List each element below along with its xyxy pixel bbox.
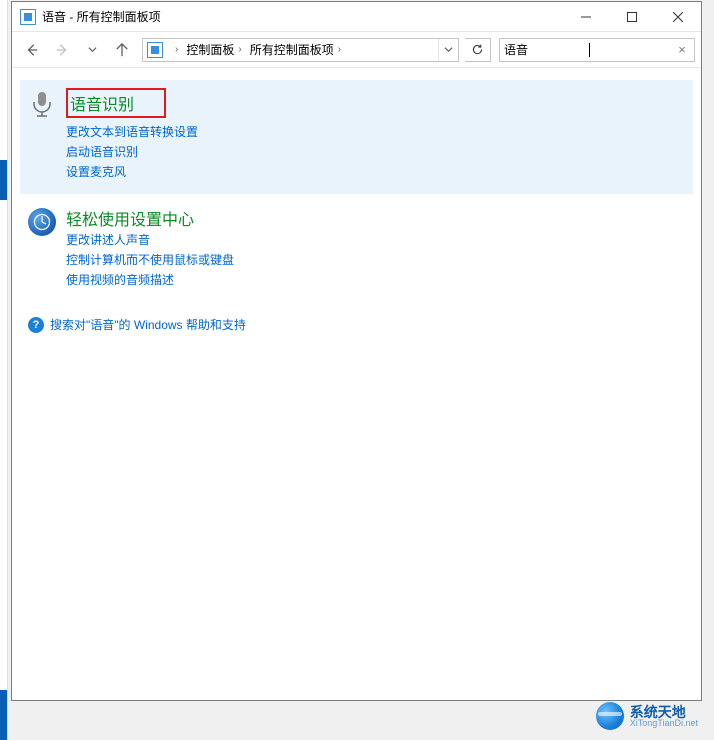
nav-history-dropdown[interactable] [78,36,106,64]
navigation-bar: › 控制面板› 所有控制面板项› 语音 × [12,32,701,68]
link-audio-description[interactable]: 使用视频的音频描述 [66,270,685,290]
maximize-icon [627,12,637,22]
refresh-icon [471,43,484,56]
nav-forward-button[interactable] [48,36,76,64]
breadcrumb-label: 控制面板 [186,41,234,58]
address-dropdown[interactable] [438,39,458,61]
search-value: 语音 [504,41,589,58]
control-panel-icon [20,9,36,25]
breadcrumb-label: 所有控制面板项 [250,41,334,58]
windows-help-link[interactable]: 搜索对"语音"的 Windows 帮助和支持 [50,316,246,333]
globe-icon [596,702,624,730]
result-group-ease-of-access: 轻松使用设置中心 更改讲述人声音 控制计算机而不使用鼠标或键盘 使用视频的音频描… [28,198,685,302]
link-start-speech-recognition[interactable]: 启动语音识别 [66,142,685,162]
minimize-button[interactable] [563,2,609,31]
results-pane: 语音识别 更改文本到语音转换设置 启动语音识别 设置麦克风 轻松使用设置中心 更… [12,68,701,700]
refresh-button[interactable] [465,38,491,62]
watermark-title: 系统天地 [630,705,698,719]
link-setup-microphone[interactable]: 设置麦克风 [66,162,685,182]
ease-of-access-icon [28,208,56,236]
maximize-button[interactable] [609,2,655,31]
close-button[interactable] [655,2,701,31]
chevron-down-icon [444,45,453,54]
chevron-down-icon [88,45,97,54]
group-title-ease-of-access[interactable]: 轻松使用设置中心 [66,212,194,229]
group-title-speech-recognition[interactable]: 语音识别 [66,88,166,118]
link-tts-settings[interactable]: 更改文本到语音转换设置 [66,122,685,142]
breadcrumb-item[interactable]: 控制面板› [182,39,245,61]
control-panel-icon [147,42,163,58]
nav-back-button[interactable] [18,36,46,64]
text-caret [589,43,590,57]
arrow-left-icon [25,43,39,57]
close-icon [673,12,683,22]
search-input[interactable]: 语音 × [499,38,695,62]
link-control-without-mouse-keyboard[interactable]: 控制计算机而不使用鼠标或键盘 [66,250,685,270]
window-title: 语音 - 所有控制面板项 [42,8,563,25]
microphone-icon [28,90,56,118]
watermark-url: XiTongTianDi.net [630,719,698,728]
arrow-up-icon [115,43,129,57]
control-panel-window: 语音 - 所有控制面板项 › 控制面 [11,1,702,701]
titlebar: 语音 - 所有控制面板项 [12,2,701,32]
watermark: 系统天地 XiTongTianDi.net [596,702,698,730]
left-edge-strip [0,0,8,740]
breadcrumb-chevron[interactable]: › [167,39,182,61]
breadcrumb-item[interactable]: 所有控制面板项› [246,39,345,61]
clear-search-button[interactable]: × [674,42,690,57]
link-narrator-voice[interactable]: 更改讲述人声音 [66,230,685,250]
help-icon: ? [28,317,44,333]
arrow-right-icon [55,43,69,57]
address-bar[interactable]: › 控制面板› 所有控制面板项› [142,38,459,62]
minimize-icon [581,12,591,22]
nav-up-button[interactable] [108,36,136,64]
help-row: ? 搜索对"语音"的 Windows 帮助和支持 [28,316,685,333]
result-group-speech: 语音识别 更改文本到语音转换设置 启动语音识别 设置麦克风 [20,80,693,194]
